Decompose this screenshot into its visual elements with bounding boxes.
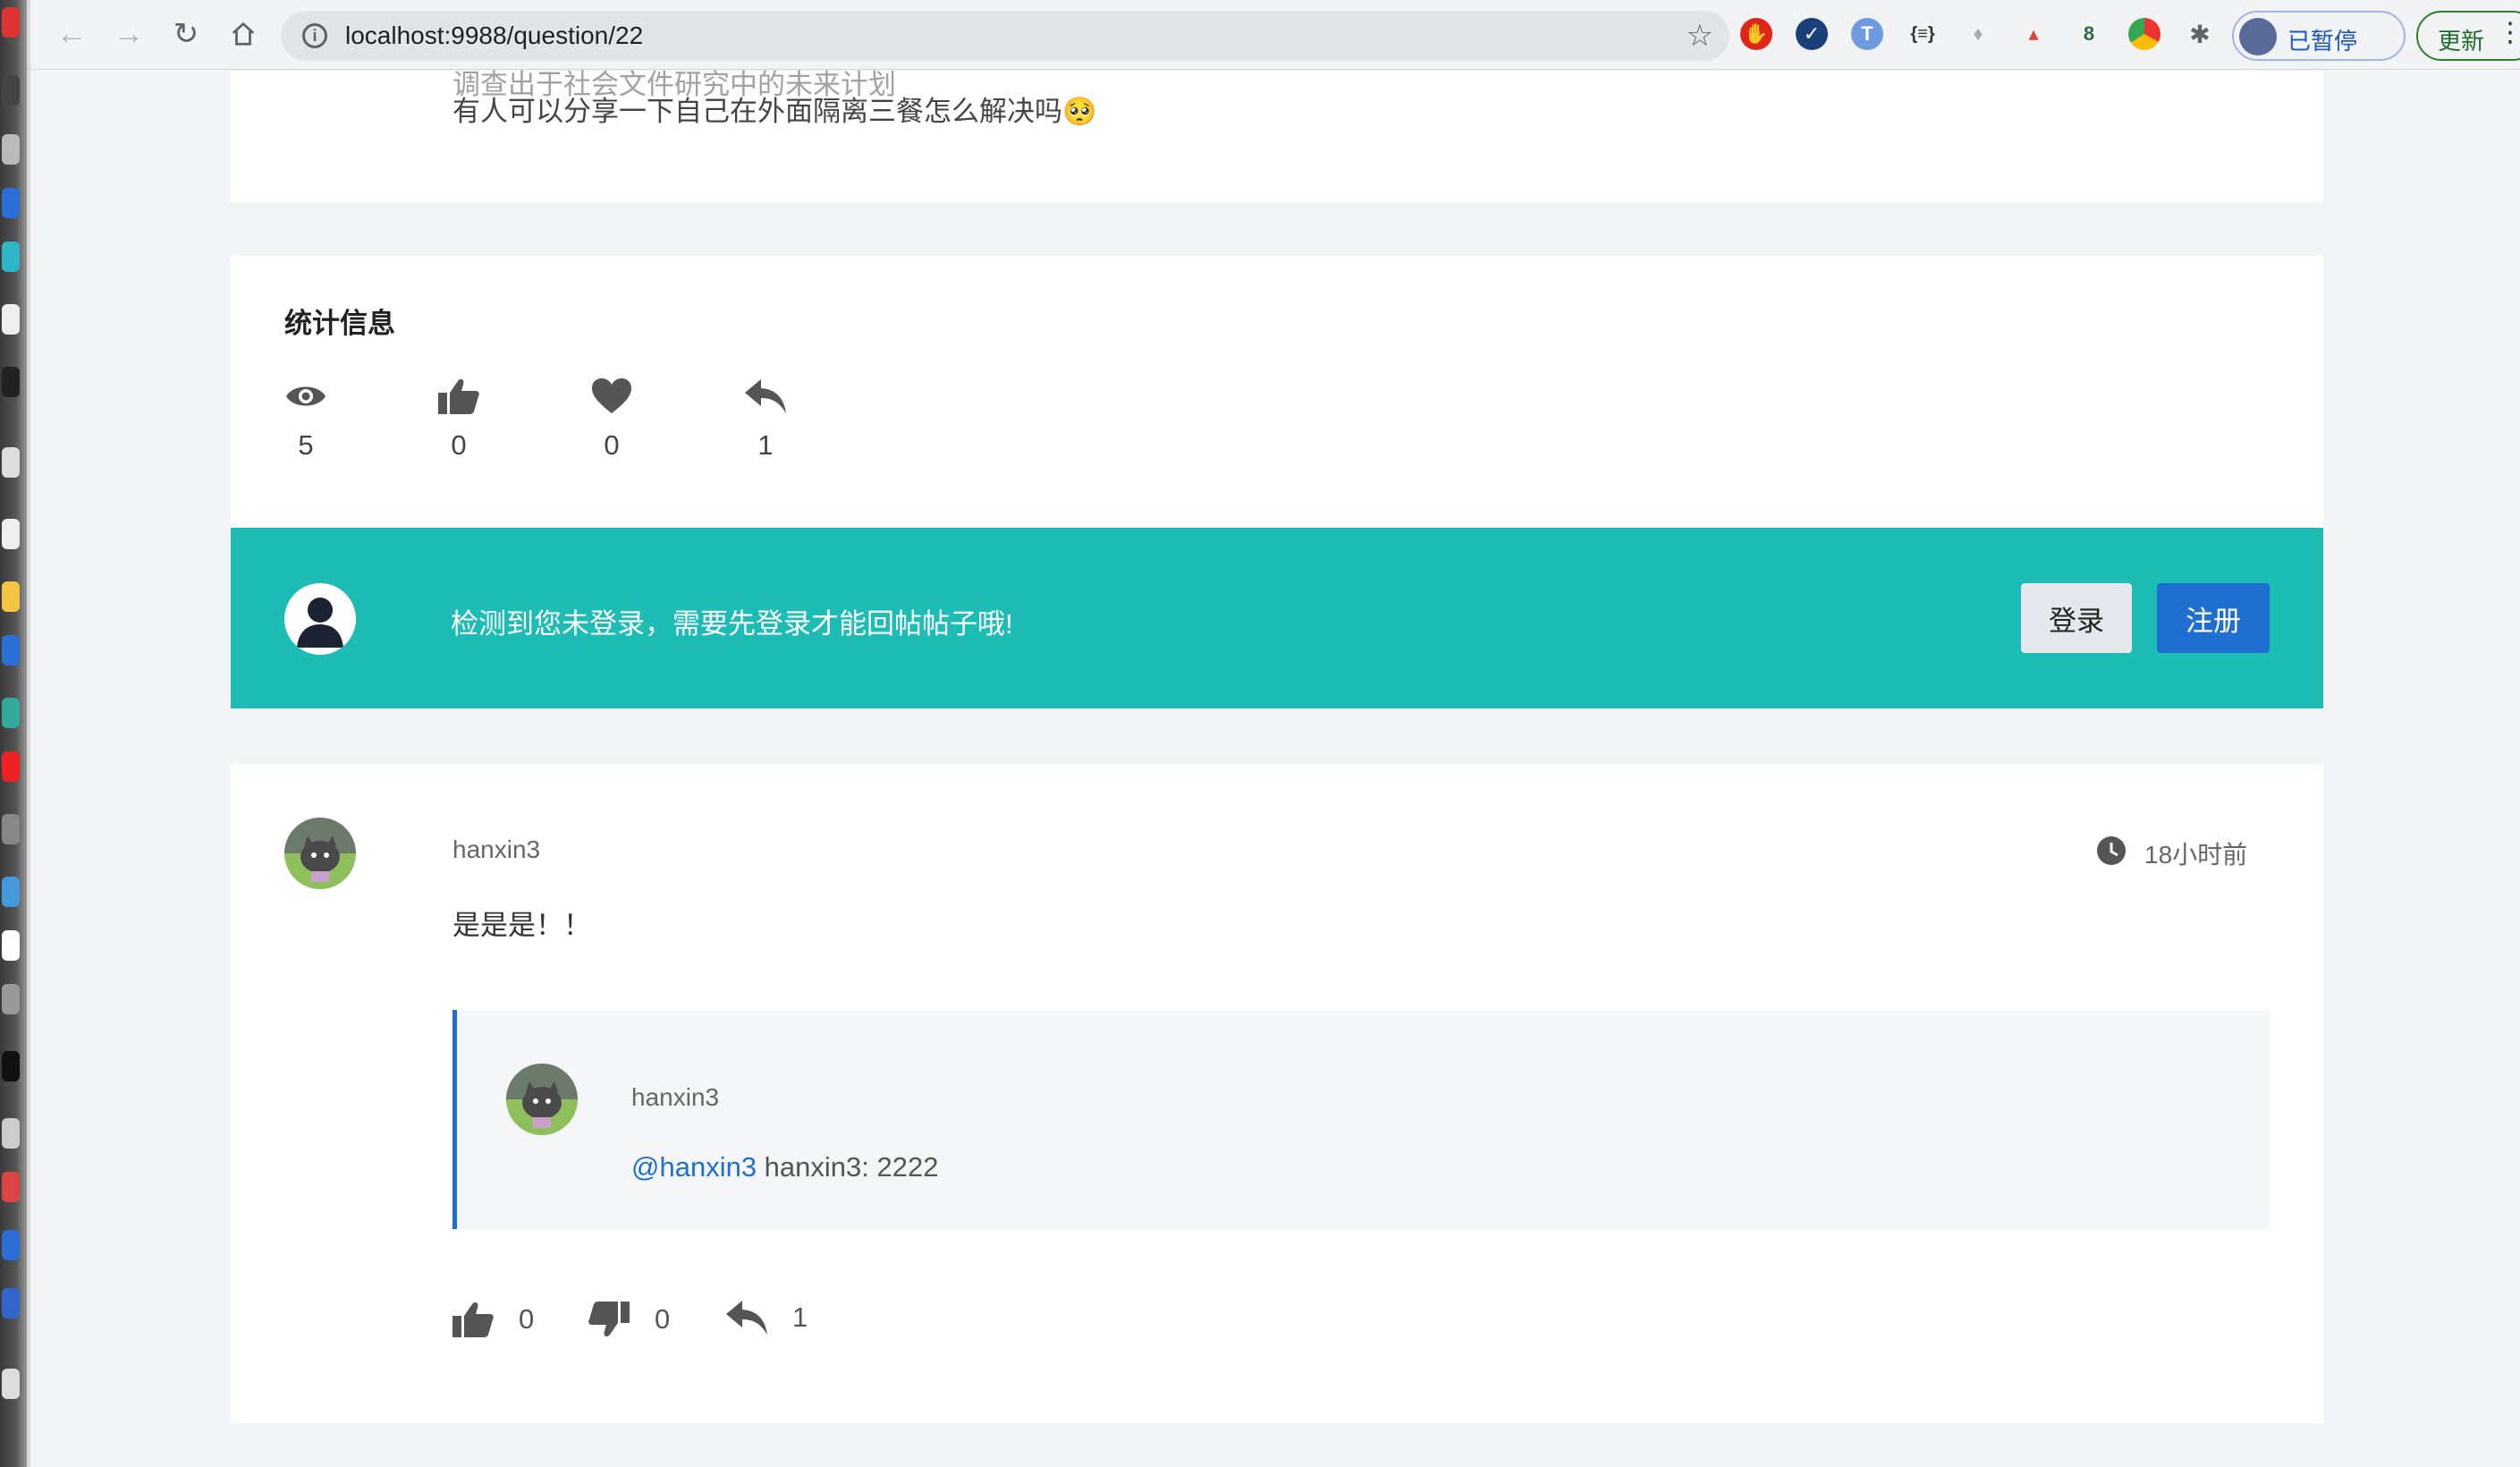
reload-button[interactable]: ↻ xyxy=(168,16,204,52)
extensions-puzzle-icon[interactable]: ✱ xyxy=(2184,18,2216,50)
stat-views: 5 xyxy=(270,376,342,462)
login-prompt-banner: 检测到您未登录，需要先登录才能回帖帖子哦! 登录 注册 xyxy=(231,528,2323,708)
comment-dislike-count: 0 xyxy=(655,1303,671,1335)
more-menu-icon[interactable]: ⋮ xyxy=(2497,20,2520,47)
thumbs-down-icon xyxy=(588,1302,630,1337)
dock-app-icon[interactable] xyxy=(2,877,20,907)
reply-icon xyxy=(745,379,786,413)
comment-text: 是是是！！ xyxy=(452,910,591,941)
comment-like-count: 0 xyxy=(519,1303,535,1335)
dock-app-icon[interactable] xyxy=(2,1230,20,1260)
dock-app-icon[interactable] xyxy=(2,814,20,844)
question-body-card: 调查出于社会文件研究中的未来计划 有人可以分享一下自己在外面隔离三餐怎么解决吗🥺 xyxy=(231,69,2323,202)
dock-app-icon[interactable] xyxy=(2,242,20,272)
comment-dislike-button[interactable]: 0 xyxy=(588,1301,670,1338)
home-button[interactable] xyxy=(225,16,261,52)
login-button[interactable]: 登录 xyxy=(2021,583,2132,653)
address-bar[interactable]: i localhost:9988/question/22 ☆ xyxy=(281,11,1729,61)
dock-app-icon[interactable] xyxy=(2,1051,20,1081)
dock-app-icon[interactable] xyxy=(2,1118,20,1149)
extension-chrome-icon[interactable] xyxy=(2128,18,2161,50)
extension-8-icon[interactable]: 8 xyxy=(2073,18,2105,50)
reply-avatar[interactable] xyxy=(506,1064,578,1135)
login-prompt-message: 检测到您未登录，需要先登录才能回帖帖子哦! xyxy=(451,608,1013,640)
extension-check-icon[interactable]: ✓ xyxy=(1796,18,1828,50)
comment-username[interactable]: hanxin3 xyxy=(452,835,540,864)
dock-app-icon[interactable] xyxy=(2,367,20,397)
guest-avatar xyxy=(284,583,356,655)
dock-app-icon[interactable] xyxy=(2,751,20,782)
comment-reply-count: 1 xyxy=(792,1302,808,1333)
forward-button[interactable]: → xyxy=(111,16,147,52)
thumbs-up-icon xyxy=(452,1302,494,1337)
dock-app-icon[interactable] xyxy=(2,698,20,728)
clock-icon xyxy=(2097,836,2126,865)
macos-dock xyxy=(0,0,27,1467)
stats-card: 统计信息 5 0 0 1 xyxy=(231,256,2323,528)
user-silhouette-icon xyxy=(297,598,343,648)
comment-like-button[interactable]: 0 xyxy=(452,1301,534,1338)
dock-app-icon[interactable] xyxy=(2,635,20,666)
reply-icon xyxy=(726,1301,767,1335)
cat-avatar-image xyxy=(284,818,356,889)
browser-toolbar: ← → ↻ i localhost:9988/question/22 ☆ ✋ ✓… xyxy=(30,0,2520,70)
question-text-line: 有人可以分享一下自己在外面隔离三餐怎么解决吗🥺 xyxy=(452,96,1097,127)
reply-content: hanxin3: 2222 xyxy=(757,1151,939,1183)
stat-likes: 0 xyxy=(423,376,495,462)
dock-app-icon[interactable] xyxy=(2,984,20,1014)
page-content: 调查出于社会文件研究中的未来计划 有人可以分享一下自己在外面隔离三餐怎么解决吗🥺… xyxy=(30,69,2520,1467)
extension-adblock-icon[interactable]: ✋ xyxy=(1740,18,1772,50)
dock-app-icon[interactable] xyxy=(2,1369,20,1399)
views-count: 5 xyxy=(298,429,314,461)
dock-app-icon[interactable] xyxy=(2,519,20,549)
site-info-icon[interactable]: i xyxy=(302,23,327,48)
stats-title: 统计信息 xyxy=(284,308,395,339)
dock-app-icon[interactable] xyxy=(2,134,20,165)
comment-avatar[interactable] xyxy=(284,818,356,889)
extension-shield-icon[interactable]: ♦ xyxy=(1962,18,1994,50)
thumbs-up-icon xyxy=(438,378,479,414)
profile-status: 已暂停 xyxy=(2287,28,2358,55)
extension-tree-icon[interactable]: ▴ xyxy=(2017,18,2050,50)
reply-username[interactable]: hanxin3 xyxy=(631,1083,719,1112)
profile-avatar xyxy=(2239,18,2277,55)
eye-icon xyxy=(286,386,326,406)
comment-timestamp: 18小时前 xyxy=(2144,841,2248,869)
quoted-reply: hanxin3 @hanxin3 hanxin3: 2222 xyxy=(452,1010,2270,1229)
dock-app-icon[interactable] xyxy=(2,75,20,106)
update-button[interactable]: 更新 ⋮ xyxy=(2416,11,2520,61)
update-label: 更新 xyxy=(2438,28,2485,55)
bookmark-star-icon[interactable]: ☆ xyxy=(1687,18,1713,54)
dock-app-icon[interactable] xyxy=(2,1288,20,1319)
url-text[interactable]: localhost:9988/question/22 xyxy=(345,21,643,50)
mention-link[interactable]: @hanxin3 xyxy=(631,1151,757,1183)
heart-icon xyxy=(592,378,631,413)
likes-count: 0 xyxy=(451,429,467,461)
extension-json-icon[interactable]: {≡} xyxy=(1907,18,1939,50)
replies-count: 1 xyxy=(757,429,774,461)
favorites-count: 0 xyxy=(604,429,620,461)
dock-app-icon[interactable] xyxy=(2,304,20,335)
comment-reply-button[interactable]: 1 xyxy=(726,1301,808,1335)
dock-app-icon[interactable] xyxy=(2,188,20,218)
home-icon xyxy=(232,21,255,46)
extension-translate-icon[interactable]: T xyxy=(1851,18,1883,50)
dock-app-icon[interactable] xyxy=(2,447,20,478)
back-button[interactable]: ← xyxy=(54,16,89,52)
dock-app-icon[interactable] xyxy=(2,581,20,612)
stat-favorites: 0 xyxy=(576,376,647,462)
register-button[interactable]: 注册 xyxy=(2157,583,2270,653)
comment-card: hanxin3 18小时前 是是是！！ hanxin3 @hanxin3 han… xyxy=(231,764,2323,1423)
dock-app-icon[interactable] xyxy=(2,930,20,961)
dock-app-icon[interactable] xyxy=(2,1172,20,1202)
profile-button[interactable]: 已暂停 xyxy=(2232,11,2406,61)
stat-replies: 1 xyxy=(730,376,801,462)
cat-avatar-image xyxy=(506,1064,578,1135)
dock-app-icon[interactable] xyxy=(2,7,20,38)
reply-text: @hanxin3 hanxin3: 2222 xyxy=(631,1151,938,1183)
